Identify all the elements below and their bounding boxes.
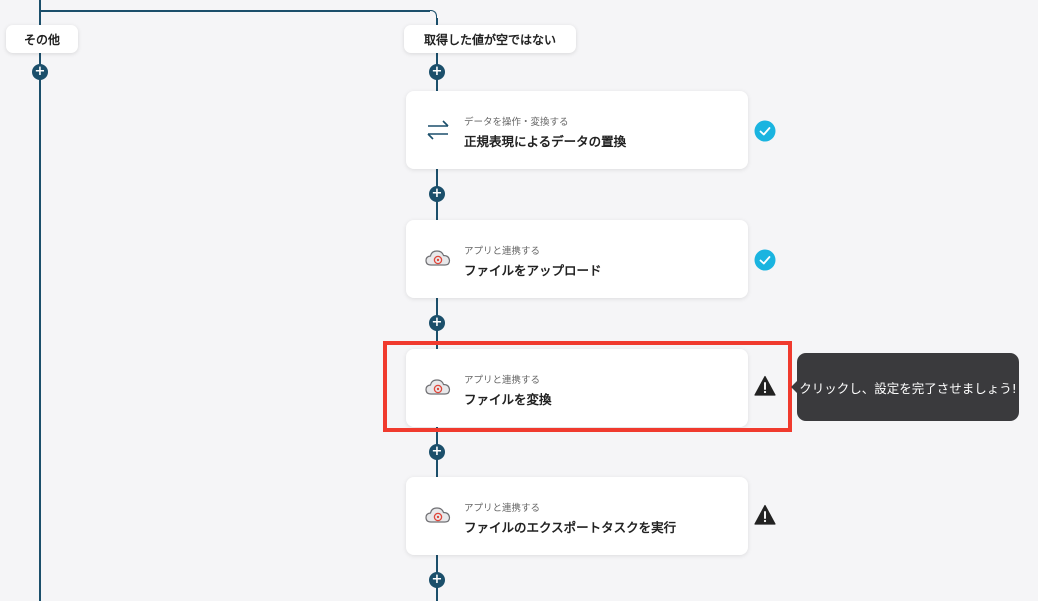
step-category: アプリと連携する — [464, 503, 541, 514]
step-title: ファイルのエクスポートタスクを実行 — [464, 520, 677, 535]
plus-icon: + — [431, 315, 443, 330]
branch-split-connector — [39, 10, 430, 12]
step-card-export-task[interactable]: アプリと連携する ファイルのエクスポートタスクを実行 — [406, 477, 748, 555]
add-step-button-1[interactable]: + — [429, 64, 445, 80]
cloud-app-icon — [425, 379, 451, 395]
step-card-regex-replace[interactable]: データを操作・変換する 正規表現によるデータの置換 — [406, 91, 748, 169]
plus-icon: + — [431, 572, 443, 587]
check-circle-icon — [754, 249, 776, 271]
step-title: 正規表現によるデータの置換 — [464, 134, 627, 149]
step-card-file-convert[interactable]: アプリと連携する ファイルを変換 — [406, 349, 748, 427]
step-category: アプリと連携する — [464, 375, 541, 386]
step-category: データを操作・変換する — [464, 117, 569, 128]
warning-icon — [754, 504, 776, 525]
plus-icon: + — [431, 444, 443, 459]
branch-label-other[interactable]: その他 — [6, 25, 78, 53]
plus-icon: + — [431, 186, 443, 201]
flow-canvas: その他 取得した値が空ではない + + + + + + データを操作・変換する … — [0, 0, 1038, 601]
cloud-app-icon — [425, 507, 451, 523]
left-branch-connector — [39, 0, 41, 601]
arrows-exchange-icon — [427, 120, 449, 140]
step-card-file-upload[interactable]: アプリと連携する ファイルをアップロード — [406, 220, 748, 298]
cloud-app-icon — [425, 250, 451, 266]
branch-label-not-empty-text: 取得した値が空ではない — [423, 32, 556, 47]
add-step-button-2[interactable]: + — [429, 186, 445, 202]
plus-icon: + — [34, 64, 46, 79]
step-title: ファイルをアップロード — [464, 263, 602, 278]
warning-icon — [754, 375, 776, 396]
branch-label-not-empty[interactable]: 取得した値が空ではない — [404, 25, 576, 53]
step-title: ファイルを変換 — [464, 392, 552, 407]
check-circle-icon — [754, 120, 776, 142]
add-step-button-other[interactable]: + — [32, 64, 48, 80]
branch-label-other-text: その他 — [23, 32, 60, 47]
tooltip: クリックし、設定を完了させましょう! — [791, 353, 1019, 421]
add-step-button-5[interactable]: + — [429, 572, 445, 588]
add-step-button-4[interactable]: + — [429, 444, 445, 460]
plus-icon: + — [431, 64, 443, 79]
add-step-button-3[interactable]: + — [429, 315, 445, 331]
tooltip-text: クリックし、設定を完了させましょう! — [799, 380, 1017, 396]
step-category: アプリと連携する — [464, 246, 541, 257]
